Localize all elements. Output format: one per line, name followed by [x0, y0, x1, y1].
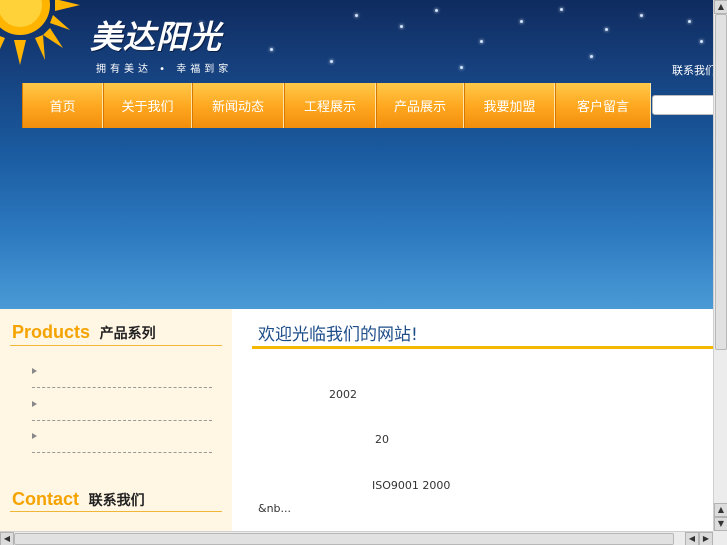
- site-logo[interactable]: 美达阳光 拥有美达 • 幸福到家: [90, 12, 228, 75]
- scroll-up-icon[interactable]: ▲: [714, 0, 727, 14]
- contact-heading-en: Contact: [12, 489, 79, 509]
- nav-item-about[interactable]: 关于我们: [103, 83, 192, 128]
- logo-slogan: 拥有美达 • 幸福到家: [96, 64, 233, 75]
- nav-item-home[interactable]: 首页: [22, 83, 103, 128]
- nav-item-join[interactable]: 我要加盟: [464, 83, 555, 128]
- nav-item-news[interactable]: 新闻动态: [192, 83, 284, 128]
- body-text-number: 20: [375, 433, 389, 446]
- nav-item-projects[interactable]: 工程展示: [284, 83, 376, 128]
- scroll-left-icon[interactable]: ◀: [685, 532, 699, 545]
- nav-item-products[interactable]: 产品展示: [376, 83, 464, 128]
- scroll-right-icon[interactable]: ▶: [699, 532, 713, 545]
- bullet-arrow-icon: [32, 401, 37, 407]
- contact-heading: Contact 联系我们: [12, 489, 145, 510]
- header-contact-link[interactable]: 联系我们: [672, 62, 713, 78]
- main-content: 欢迎光临我们的网站! 2002 20 ISO9001 2000 &nb...: [232, 309, 713, 531]
- body-text-year: 2002: [329, 388, 357, 401]
- header-banner: 美达阳光 拥有美达 • 幸福到家 联系我们: [0, 0, 713, 309]
- vertical-scroll-thumb[interactable]: [715, 14, 727, 350]
- horizontal-scrollbar[interactable]: ◀ ◀ ▶: [0, 531, 713, 545]
- products-heading-en: Products: [12, 322, 91, 342]
- contact-divider: [10, 511, 222, 512]
- scrollbar-corner: [713, 531, 727, 545]
- products-heading: Products 产品系列: [12, 322, 156, 343]
- main-nav: 首页 关于我们 新闻动态 工程展示 产品展示 我要加盟 客户留言: [22, 83, 651, 128]
- welcome-divider: [252, 346, 713, 349]
- products-heading-cn: 产品系列: [99, 326, 156, 342]
- product-list-item[interactable]: [32, 368, 212, 388]
- horizontal-scroll-thumb[interactable]: [14, 533, 674, 545]
- scroll-left-icon[interactable]: ◀: [0, 532, 14, 545]
- sun-icon: [0, 0, 80, 65]
- product-list-item[interactable]: [32, 433, 212, 453]
- bullet-arrow-icon: [32, 368, 37, 374]
- body-text-truncated: &nb...: [258, 502, 292, 515]
- vertical-scrollbar[interactable]: ▲ ▲ ▼: [713, 0, 727, 531]
- sidebar: Products 产品系列 Contact 联系我们: [0, 309, 232, 531]
- scroll-up-icon[interactable]: ▲: [714, 503, 727, 517]
- product-list-item[interactable]: [32, 401, 212, 421]
- scroll-down-icon[interactable]: ▼: [714, 517, 727, 531]
- search-input[interactable]: [652, 95, 722, 115]
- logo-text: 美达阳光: [90, 18, 223, 56]
- body-text-iso: ISO9001 2000: [372, 479, 451, 492]
- nav-item-messages[interactable]: 客户留言: [555, 83, 651, 128]
- products-divider: [10, 345, 222, 346]
- bullet-arrow-icon: [32, 433, 37, 439]
- welcome-title: 欢迎光临我们的网站!: [258, 325, 418, 345]
- contact-heading-cn: 联系我们: [88, 493, 145, 509]
